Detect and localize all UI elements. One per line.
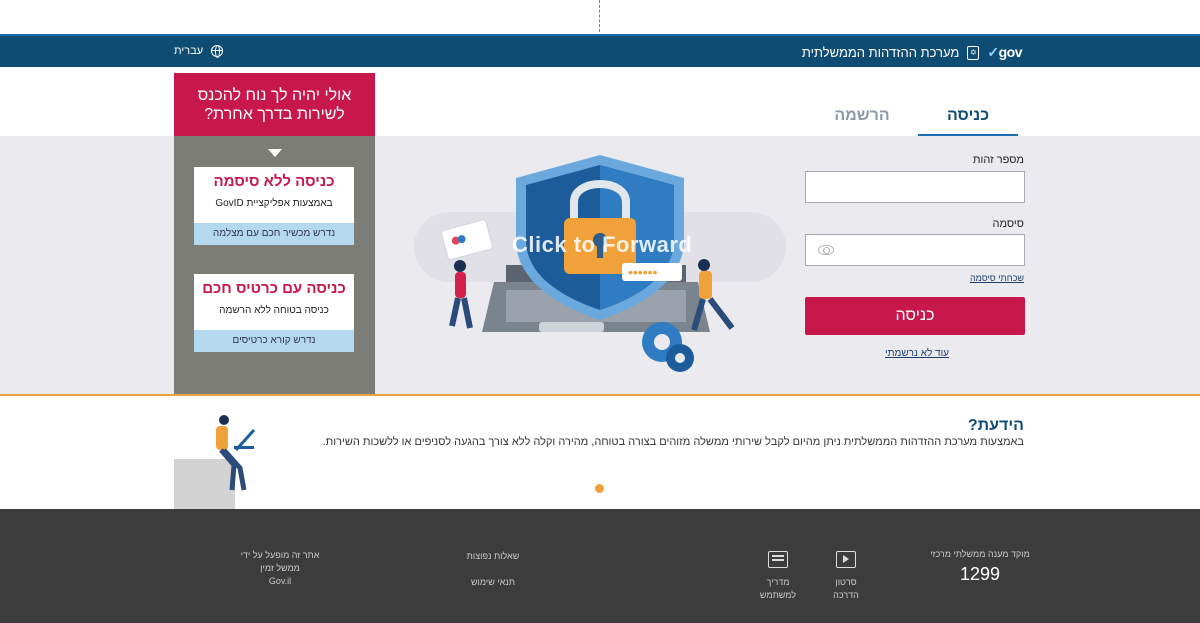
operated-by: אתר זה מופעל על ידי ממשל זמין Gov.il: [225, 549, 335, 588]
man-with-laptop-illustration: [174, 415, 256, 509]
globe-icon: [211, 45, 224, 58]
dashed-guide-line: [599, 0, 600, 32]
login-button[interactable]: כניסה: [805, 297, 1025, 335]
site-title: מערכת ההזדהות הממשלתית: [801, 45, 960, 60]
operated-by-line2: ממשל זמין: [260, 563, 300, 573]
gov-logo: gov✓: [987, 44, 1022, 60]
security-illustration: ••••••: [414, 155, 786, 372]
forgot-password-link[interactable]: שכחתי סיסמה: [970, 273, 1024, 283]
header-bar: gov✓ ✡ מערכת ההזדהות הממשלתית עברית: [0, 34, 1200, 67]
brand[interactable]: gov✓ ✡ מערכת ההזדהות הממשלתית: [801, 44, 1023, 61]
password-input[interactable]: [805, 234, 1025, 266]
video-label-line1: סרטון: [835, 577, 857, 587]
operated-by-line1: אתר זה מופעל על ידי: [240, 550, 320, 560]
id-label: מספר זהות: [972, 154, 1024, 166]
video-tutorial-link[interactable]: סרטון הדרכה: [826, 576, 866, 602]
card-requirement: נדרש קורא כרטיסים: [194, 330, 354, 352]
gov-il-link[interactable]: Gov.il: [225, 575, 335, 588]
user-guide-icon[interactable]: [768, 551, 788, 568]
show-password-eye-icon[interactable]: [818, 245, 834, 255]
id-number-input[interactable]: [805, 171, 1025, 203]
did-you-know-title: הידעת?: [967, 417, 1024, 434]
card-requirement: נדרש מכשיר חכם עם מצלמה: [194, 223, 354, 245]
svg-text:••••••: ••••••: [628, 264, 658, 280]
page: { "header": { "logo_text": "gov", "title…: [0, 0, 1200, 623]
click-to-forward-overlay[interactable]: Click to Forward: [512, 232, 692, 258]
card-smartcard[interactable]: כניסה עם כרטיס חכם כניסה בטוחה ללא הרשמה…: [194, 274, 354, 352]
alt-login-header: אולי יהיה לך נוח להכנס לשירות בדרך אחרת?: [174, 73, 375, 136]
card-passwordless[interactable]: כניסה ללא סיסמה באמצעות אפליקציית GovID …: [194, 167, 354, 245]
card-title: כניסה ללא סיסמה: [213, 173, 335, 190]
video-label-line2: הדרכה: [833, 590, 859, 600]
menorah-emblem-icon: ✡: [967, 45, 980, 60]
tab-login[interactable]: כניסה: [918, 96, 1018, 136]
section-divider: [0, 394, 1200, 396]
hotline-number[interactable]: 1299: [925, 564, 1035, 585]
faq-link[interactable]: שאלות נפוצות: [453, 550, 533, 563]
language-label: עברית: [174, 45, 204, 57]
language-selector[interactable]: עברית: [174, 45, 224, 58]
password-label: סיסמה: [992, 218, 1025, 230]
hotline-label: מוקד מענה ממשלתי מרכזי: [930, 549, 1030, 559]
card-subtitle: באמצעות אפליקציית GovID: [215, 198, 333, 209]
guide-label-line1: מדריך: [766, 577, 790, 587]
card-subtitle: כניסה בטוחה ללא הרשמה: [219, 305, 329, 316]
user-guide-link[interactable]: מדריך למשתמש: [753, 576, 803, 602]
guide-label-line2: למשתמש: [759, 590, 797, 600]
video-tutorial-icon[interactable]: [836, 551, 856, 568]
terms-link[interactable]: תנאי שימוש: [453, 576, 533, 589]
card-title: כניסה עם כרטיס חכם: [202, 280, 346, 297]
tab-register[interactable]: הרשמה: [812, 96, 912, 136]
not-registered-link[interactable]: עוד לא נרשמתי: [885, 348, 949, 359]
arrow-down-icon: [268, 149, 282, 157]
did-you-know-text: באמצעות מערכת ההזדהות הממשלתית ניתן מהיו…: [322, 436, 1024, 448]
carousel-dot[interactable]: [595, 484, 604, 493]
